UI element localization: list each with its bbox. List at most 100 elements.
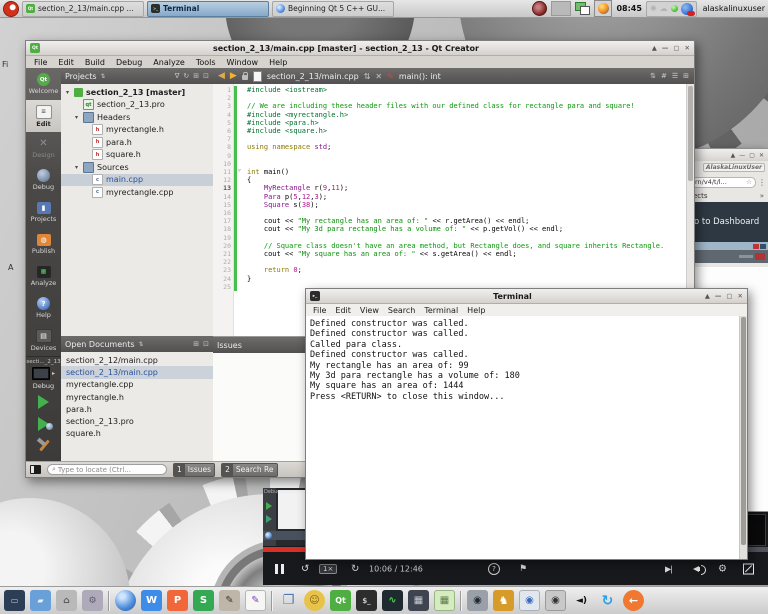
open-document-item[interactable]: para.h [61, 403, 213, 415]
taskbar-window-button[interactable]: >_Terminal [147, 1, 269, 17]
applications-menu-icon[interactable] [3, 1, 19, 17]
pause-button[interactable] [275, 564, 284, 574]
kit-expand-icon[interactable]: ▸ [52, 370, 55, 377]
settings-gear-icon[interactable]: ⚙ [718, 563, 727, 574]
robot-launcher-icon[interactable]: ◉ [519, 590, 540, 611]
sync-icon[interactable]: ↻ [183, 72, 189, 80]
terminal-titlebar[interactable]: ▸_ Terminal ▲ — ▢ ✕ [306, 289, 747, 304]
open-document-item[interactable]: section_2_12/main.cpp [61, 354, 213, 366]
menu-file[interactable]: File [34, 58, 47, 67]
qtcreator-titlebar[interactable]: Qt section_2_13/main.cpp [master] - sect… [26, 41, 694, 56]
forward-icon[interactable]: ▶ [230, 71, 237, 81]
network-monitor-icon[interactable] [575, 2, 590, 15]
minimize-icon[interactable]: — [739, 152, 745, 159]
mode-help[interactable]: ?Help [26, 292, 61, 324]
tree-item[interactable]: qtsection_2_13.pro [61, 99, 213, 112]
expander-icon[interactable]: ▾ [73, 114, 80, 121]
chess-launcher-icon[interactable]: ♞ [493, 590, 514, 611]
menu-debug[interactable]: Debug [116, 58, 142, 67]
document-dropdown[interactable]: section_2_13/main.cpp [267, 72, 359, 81]
wine-launcher-icon[interactable]: ☺ [304, 590, 325, 611]
line-number-icon[interactable]: # [661, 72, 667, 80]
tree-item[interactable]: cmyrectangle.cpp [61, 186, 213, 199]
volume-launcher-icon[interactable]: ◄) [571, 590, 592, 611]
terminal-output[interactable]: Defined constructor was called.Defined c… [306, 316, 740, 559]
close-pane-icon[interactable]: ⊡ [203, 72, 209, 80]
mode-design[interactable]: ✕Design [26, 132, 61, 164]
wps-spreadsheet-launcher-icon[interactable]: S [193, 590, 214, 611]
close-icon[interactable]: ✕ [759, 152, 764, 159]
back-launcher-icon[interactable]: ← [623, 590, 644, 611]
menu-build[interactable]: Build [85, 58, 105, 67]
tree-item[interactable]: ▾Sources [61, 161, 213, 174]
minimize-icon[interactable]: — [715, 292, 722, 300]
recorder-tray-icon[interactable] [532, 1, 547, 16]
locator-input[interactable]: ⌕ Type to locate (Ctrl... [47, 464, 167, 475]
minimize-icon[interactable]: — [662, 44, 669, 52]
bookmark-icon[interactable]: ⚑ [519, 564, 527, 574]
filter-icon[interactable]: ∇ [175, 72, 180, 80]
split-icon[interactable]: ⊞ [193, 340, 199, 348]
expander-icon[interactable]: ▾ [73, 164, 80, 171]
run-button[interactable] [38, 395, 49, 409]
open-document-item[interactable]: section_2_13/main.cpp [61, 366, 213, 378]
gimp-launcher-icon[interactable]: ✎ [219, 590, 240, 611]
forward-icon[interactable]: ↻ [351, 563, 359, 574]
media-player-launcher-icon[interactable]: ◉ [545, 590, 566, 611]
taskbar-window-button[interactable]: Qtsection_2_13/main.cpp ... [22, 1, 144, 17]
show-desktop-launcher-icon[interactable]: ▭ [4, 590, 25, 611]
menu-window[interactable]: Window [227, 58, 259, 67]
chromium-launcher-icon[interactable] [115, 590, 136, 611]
open-document-item[interactable]: myrectangle.h [61, 391, 213, 403]
sidebar-toggle-icon[interactable] [30, 465, 41, 474]
mode-analyze[interactable]: ▦Analyze [26, 260, 61, 292]
terminal-menu-view[interactable]: View [360, 306, 379, 315]
kit-selector[interactable]: secti..._2_13▸Debug [26, 356, 61, 452]
url-input[interactable]: rn/v4/t/l... ☆ [691, 177, 756, 188]
maximize-icon[interactable]: ▢ [749, 152, 755, 159]
taskbar-window-button[interactable]: Beginning Qt 5 C++ GU... [272, 1, 394, 17]
updates-badge-icon[interactable] [681, 3, 693, 15]
shade-icon[interactable]: ▲ [731, 152, 736, 159]
shade-icon[interactable]: ▲ [705, 292, 710, 300]
help-icon[interactable]: ? [488, 563, 500, 575]
status-online-icon[interactable] [671, 5, 678, 12]
screenshot-launcher-icon[interactable]: ◉ [467, 590, 488, 611]
outline-icon[interactable]: ☰ [672, 72, 678, 80]
close-icon[interactable]: ✕ [738, 292, 743, 300]
firefox-tray-slot[interactable] [594, 0, 612, 17]
dropdown-arrows-icon[interactable]: ⇅ [364, 72, 371, 81]
mode-welcome[interactable]: QtWelcome [26, 68, 61, 100]
build-button[interactable] [36, 438, 51, 452]
open-document-item[interactable]: square.h [61, 428, 213, 440]
menu-edit[interactable]: Edit [58, 58, 74, 67]
fold-marker-icon[interactable]: ▿ [238, 168, 241, 174]
bookmarks-overflow-icon[interactable]: » [760, 192, 764, 200]
expander-icon[interactable]: ▾ [64, 89, 71, 96]
system-monitor-launcher-icon[interactable]: ∿ [382, 590, 403, 611]
tree-item[interactable]: ▾Headers [61, 111, 213, 124]
open-document-item[interactable]: section_2_13.pro [61, 415, 213, 427]
open-document-item[interactable]: myrectangle.cpp [61, 379, 213, 391]
split-editor-icon[interactable]: ⊞ [683, 72, 689, 80]
clock[interactable]: 08:45 [616, 4, 641, 13]
next-video-icon[interactable]: ▶| [665, 564, 672, 573]
tree-item[interactable]: cmain.cpp [61, 174, 213, 187]
symbol-dropdown[interactable]: main(): int [399, 72, 441, 81]
calendar-launcher-icon[interactable]: ▦ [434, 590, 455, 611]
browser-menu-icon[interactable]: ⋮ [758, 178, 766, 187]
mode-debug[interactable]: Debug [26, 164, 61, 196]
mode-projects[interactable]: ▮Projects [26, 196, 61, 228]
issues-panel-button[interactable]: 1 Issues [173, 463, 215, 477]
debug-run-button[interactable] [38, 417, 49, 431]
close-icon[interactable]: ✕ [685, 44, 690, 52]
tree-item[interactable]: ▾section_2_13 [master] [61, 86, 213, 99]
mode-devices[interactable]: ▤Devices [26, 324, 61, 356]
playback-speed-button[interactable]: 1× [319, 564, 337, 574]
close-document-icon[interactable]: ✕ [375, 72, 382, 81]
wps-presentation-launcher-icon[interactable]: P [167, 590, 188, 611]
back-icon[interactable]: ◀ [218, 71, 225, 81]
terminal-menu-help[interactable]: Help [467, 306, 485, 315]
code-text[interactable]: #include <iostream> // We are including … [247, 86, 686, 291]
menu-analyze[interactable]: Analyze [153, 58, 185, 67]
